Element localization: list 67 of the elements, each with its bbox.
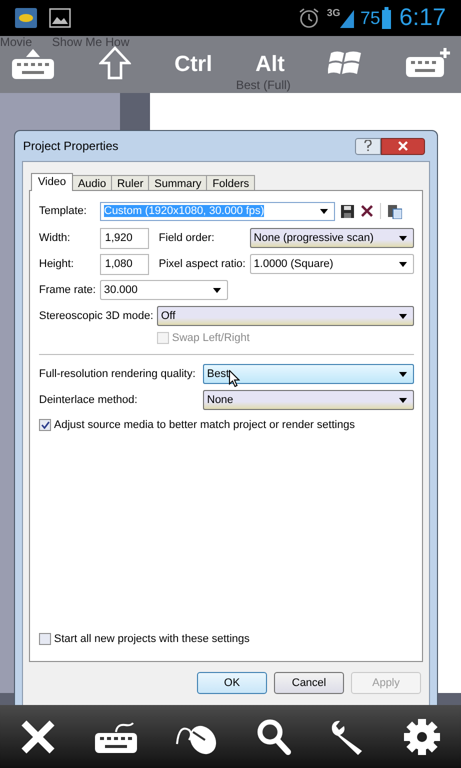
tab[interactable]: Audio — [72, 175, 112, 190]
modifier-key[interactable]: Alt — [255, 46, 285, 80]
dropdown[interactable]: 1.0000 (Square) — [250, 254, 414, 274]
dropdown-value: 1.0000 (Square) — [254, 256, 334, 272]
close-icon[interactable] — [20, 718, 56, 754]
app-notification-icon[interactable] — [15, 8, 37, 28]
checkbox-label: Swap Left/Right — [172, 330, 250, 346]
save-icon[interactable] — [341, 204, 354, 218]
keyboard-icon[interactable] — [92, 720, 139, 754]
search-icon[interactable] — [256, 718, 292, 756]
dialog-button[interactable]: Cancel — [274, 672, 344, 694]
dropdown[interactable]: Off — [157, 306, 414, 326]
checkbox-label: Start all new projects with these settings — [54, 632, 250, 646]
help-button[interactable] — [355, 138, 381, 154]
text-field[interactable]: 1,080 — [100, 254, 149, 274]
checkbox-label: Adjust source media to better match project or render settings — [54, 418, 355, 433]
dropdown-arrow-icon[interactable] — [399, 314, 407, 318]
dropdown[interactable]: None (progressive scan) — [250, 228, 414, 248]
field-label: Width: — [39, 230, 72, 246]
alarm-clock-icon[interactable] — [296, 6, 321, 30]
tab[interactable]: Summary — [148, 175, 208, 190]
field-label: Template: — [39, 204, 88, 219]
dropdown-value: None (progressive scan) — [254, 230, 374, 246]
keyboard-plus-icon[interactable] — [405, 47, 451, 79]
text-field[interactable]: 1,920 — [100, 228, 149, 248]
field-label: Full-resolution rendering quality: — [39, 366, 197, 382]
field-label: Frame rate: — [39, 282, 97, 298]
dropdown[interactable]: Best — [203, 364, 414, 384]
tab[interactable]: Ruler — [111, 175, 150, 190]
dialog-button: Apply — [351, 672, 421, 694]
dropdown-value: Off — [161, 308, 176, 324]
checkbox[interactable] — [39, 632, 51, 645]
dialog-title: Project Properties — [23, 138, 118, 155]
dropdown-value: 30.000 — [104, 282, 138, 298]
battery-icon[interactable] — [382, 7, 392, 29]
tab[interactable]: Video — [31, 173, 73, 191]
paste-icon[interactable] — [388, 204, 402, 218]
field-label: Deinterlace method: — [39, 392, 138, 408]
field-label: Pixel aspect ratio: — [158, 256, 247, 272]
network-type: 3G — [326, 7, 340, 21]
close-button[interactable] — [381, 138, 425, 154]
dropdown-arrow-icon[interactable] — [399, 398, 407, 402]
image-notification-icon[interactable] — [49, 8, 71, 28]
settings-icon[interactable] — [402, 718, 441, 756]
field-label: Height: — [39, 256, 75, 272]
help-icon[interactable] — [364, 140, 372, 152]
field-label: Field order: — [158, 230, 216, 246]
dropdown-arrow-icon[interactable] — [213, 288, 221, 292]
mouse-cursor-icon[interactable] — [229, 370, 240, 387]
dropdown-value: Best — [207, 366, 230, 382]
battery-percent: 75 — [360, 6, 380, 30]
clock-time: 6:17 — [399, 3, 446, 33]
modifier-key[interactable]: Ctrl — [174, 46, 212, 80]
dropdown-arrow-icon[interactable] — [399, 372, 407, 376]
tab[interactable]: Folders — [206, 175, 256, 190]
dropdown-arrow-icon[interactable] — [399, 236, 407, 240]
delete-icon[interactable] — [361, 205, 373, 217]
signal-icon[interactable] — [340, 8, 354, 28]
field-label: Stereoscopic 3D mode: — [39, 308, 154, 324]
dropdown-value: Custom (1920x1080, 30.000 fps) — [104, 204, 264, 217]
dropdown[interactable]: 30.000 — [100, 280, 228, 300]
shift-arrow-icon[interactable] — [99, 46, 132, 80]
dropdown-arrow-icon[interactable] — [399, 262, 407, 266]
dialog-button[interactable]: OK — [197, 672, 267, 694]
dropdown-value: None — [207, 392, 234, 408]
dropdown[interactable]: None — [203, 390, 414, 410]
dropdown-arrow-icon[interactable] — [320, 208, 328, 214]
